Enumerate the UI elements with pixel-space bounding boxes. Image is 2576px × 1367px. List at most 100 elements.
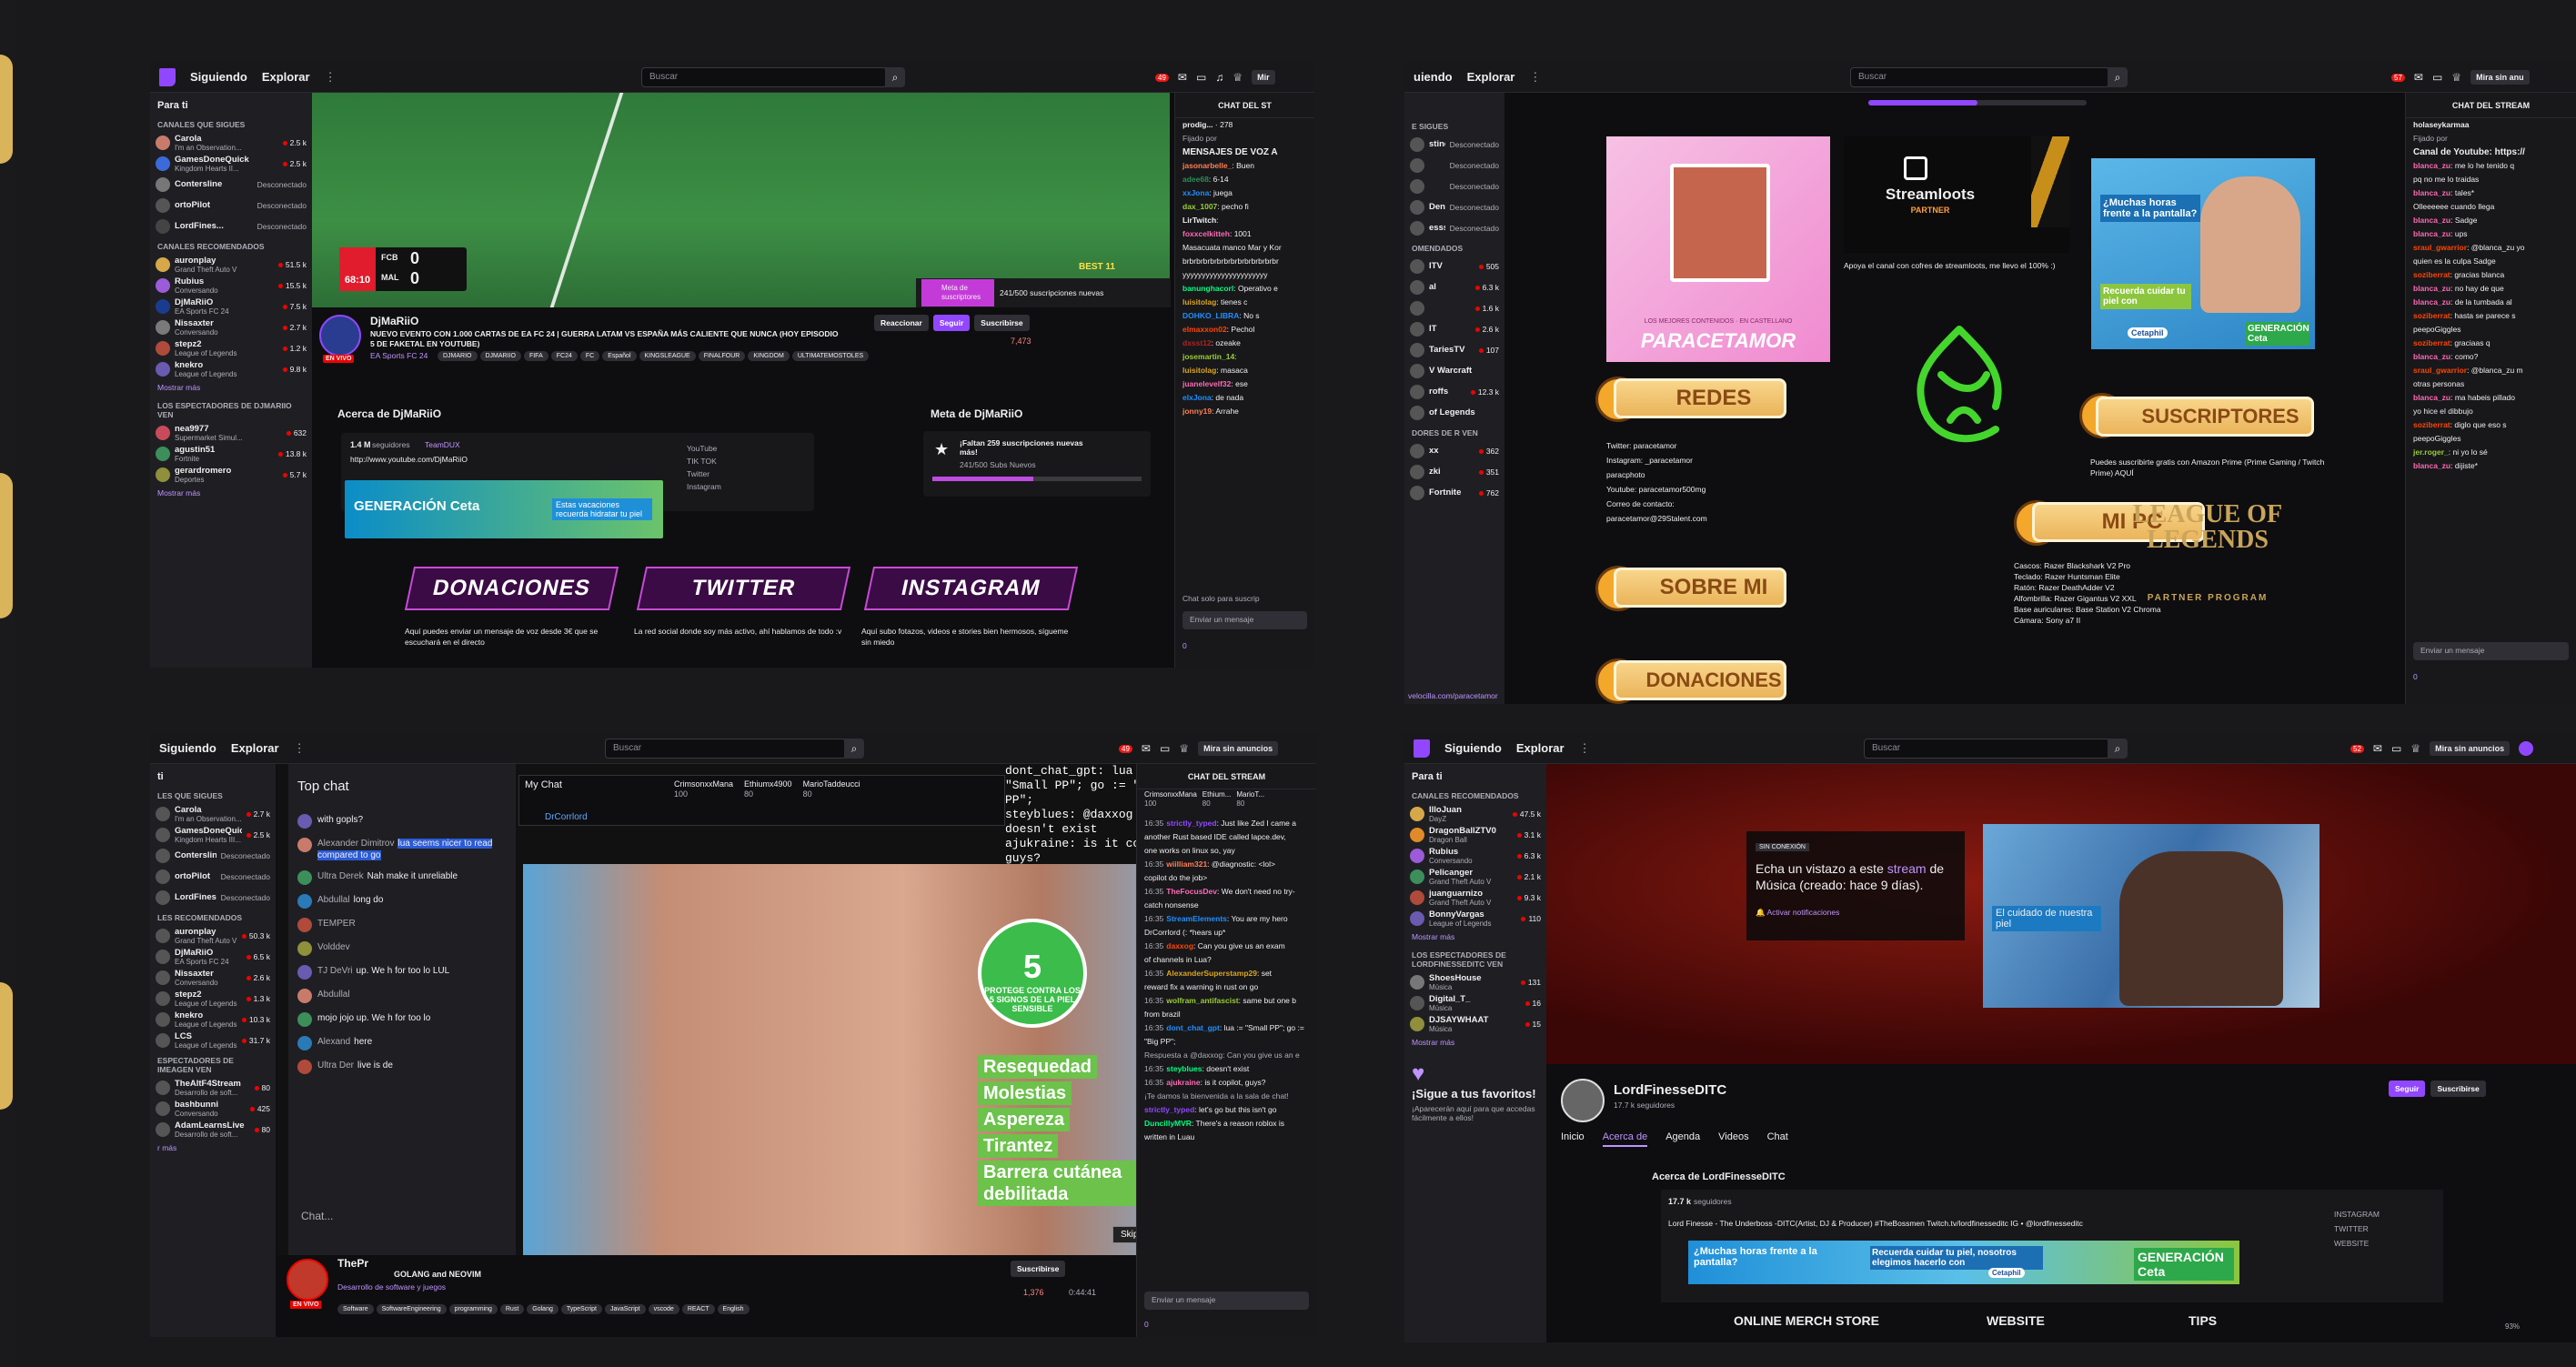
nav-following[interactable]: Siguiendo bbox=[190, 70, 247, 84]
offline-clip-video[interactable]: El cuidado de nuestra piel bbox=[1983, 824, 2319, 1008]
sidebar-channel[interactable]: DjMaRiiO EA Sports FC 24 6.5 k bbox=[150, 946, 276, 967]
whisper-icon[interactable]: ▭ bbox=[2432, 71, 2442, 84]
sidebar-channel[interactable]: V Warcraft bbox=[1404, 360, 1504, 381]
chat-username[interactable]: soziberrat bbox=[2413, 311, 2450, 320]
profile-panel[interactable]: LOS MEJORES CONTENIDOS · EN CASTELLANO P… bbox=[1606, 136, 1830, 362]
sidebar-channel[interactable]: al 6.3 k bbox=[1404, 276, 1504, 297]
search-icon[interactable]: ⌕ bbox=[2108, 67, 2128, 87]
stream-tag[interactable]: FIFA bbox=[523, 351, 548, 361]
cetaphil-ad[interactable]: ¿Muchas horas frente a la pantalla? Recu… bbox=[2091, 158, 2315, 349]
top-chat-input[interactable]: Chat... bbox=[301, 1210, 333, 1222]
channel-name[interactable]: ThePr bbox=[337, 1257, 368, 1270]
sidebar-channel[interactable]: LordFines... Desconectado bbox=[150, 216, 312, 236]
chat-username[interactable]: josemartin_14 bbox=[1182, 352, 1234, 361]
prime-button[interactable]: Mira sin anuncios bbox=[2430, 741, 2511, 756]
crown-icon[interactable]: ♕ bbox=[2451, 71, 2461, 84]
panel-merch[interactable]: ONLINE MERCH STORE bbox=[1734, 1313, 1879, 1328]
donaciones-panel[interactable]: DONACIONES bbox=[1614, 660, 1786, 700]
inbox-icon[interactable]: ✉ bbox=[1178, 71, 1187, 84]
video-player[interactable]: Top chat with gopls? Alexander Dimitrov lu… bbox=[277, 764, 1214, 1255]
chat-username[interactable]: foxxcelkitteh bbox=[1182, 229, 1230, 238]
chat-username[interactable]: AlexanderSuperstamp29 bbox=[1166, 969, 1257, 978]
subscribe-button[interactable]: Suscribirse bbox=[1011, 1261, 1066, 1277]
sidebar-channel[interactable]: stine Desconectado bbox=[1404, 134, 1504, 155]
chat-username[interactable]: luisitolag bbox=[1182, 297, 1216, 307]
sidebar-channel[interactable]: Nissaxter Conversando 2.6 k bbox=[150, 967, 276, 988]
sidebar-channel[interactable]: bashbunni Conversando 425 bbox=[150, 1098, 276, 1119]
sidebar-channel[interactable]: Nissaxter Conversando 2.7 k bbox=[150, 317, 312, 337]
sidebar-channel[interactable]: Rubius Conversando 6.3 k bbox=[1404, 845, 1546, 866]
chat-username[interactable]: blanca_zu bbox=[2413, 284, 2450, 293]
stream-tag[interactable]: DJMARIO bbox=[438, 351, 478, 361]
stream-tag[interactable]: ULTIMATEMOSTOLES bbox=[791, 351, 870, 361]
sidebar-channel[interactable]: ITV 505 bbox=[1404, 256, 1504, 276]
social-link[interactable]: TWITTER bbox=[2334, 1224, 2380, 1233]
chat-username[interactable]: blanca_zu bbox=[2413, 229, 2450, 238]
notify-button[interactable]: 🔔 Activar notificaciones bbox=[1756, 908, 1956, 918]
top-chat-user[interactable]: Ultra Derek bbox=[317, 871, 364, 881]
sidebar-channel[interactable]: Carola I'm an Observation... 2.7 k bbox=[150, 803, 276, 824]
follow-button[interactable]: Seguir bbox=[2389, 1081, 2426, 1097]
sidebar-channel[interactable]: ortoPilot Desconectado bbox=[150, 866, 276, 887]
show-more-link[interactable]: Mostrar más bbox=[1404, 929, 1546, 945]
chat-username[interactable]: dax_1007 bbox=[1182, 202, 1217, 211]
chat-username[interactable]: wiilliam321 bbox=[1166, 859, 1207, 869]
react-button[interactable]: Reaccionar bbox=[874, 315, 929, 331]
stream-tag[interactable]: FC bbox=[579, 351, 600, 361]
sidebar-channel[interactable]: GamesDoneQuickKingdom Hearts III... 2.5 k bbox=[150, 824, 276, 845]
stream-tag[interactable]: KINGSLEAGUE bbox=[639, 351, 696, 361]
inbox-icon[interactable]: ✉ bbox=[1142, 742, 1151, 755]
top-chat-title[interactable]: Top chat bbox=[297, 779, 349, 794]
channel-name[interactable]: LordFinesseDITC bbox=[1614, 1082, 1726, 1098]
whisper-icon[interactable]: ▭ bbox=[1160, 742, 1170, 755]
chat-username[interactable]: sraul_gwarrior bbox=[2413, 243, 2467, 252]
sidebar-channel[interactable]: DjMaRiiO EA Sports FC 24 7.5 k bbox=[150, 296, 312, 317]
chat-username[interactable]: soziberrat bbox=[2413, 270, 2450, 279]
crown-icon[interactable]: ♕ bbox=[1179, 742, 1189, 755]
top-chat-user[interactable]: TEMPER bbox=[317, 919, 356, 929]
stream-tag[interactable]: Golang bbox=[527, 1304, 558, 1314]
chat-input[interactable]: Enviar un mensaje bbox=[2413, 642, 2569, 660]
crown-icon[interactable]: ♕ bbox=[2410, 742, 2420, 755]
nav-explore[interactable]: Explorar bbox=[1467, 70, 1515, 84]
search-icon[interactable]: ⌕ bbox=[844, 739, 864, 759]
chat-username[interactable]: blanca_zu bbox=[2413, 188, 2450, 197]
search-input[interactable]: Buscar bbox=[605, 739, 846, 759]
more-icon[interactable]: ⋮ bbox=[294, 741, 306, 756]
sidebar-channel[interactable]: IlloJuan DayZ 47.5 k bbox=[1404, 803, 1546, 824]
social-link[interactable]: TIK TOK bbox=[687, 457, 721, 466]
more-icon[interactable]: ⋮ bbox=[1529, 70, 1541, 85]
sidebar-channel[interactable]: Den... Desconectado bbox=[1404, 196, 1504, 217]
sidebar-channel[interactable]: agustin51 Fortnite 13.8 k bbox=[150, 443, 312, 464]
lol-title[interactable]: LEAGUE OF LEGENDS bbox=[2094, 502, 2321, 553]
sidebar-channel[interactable]: GamesDoneQuick Kingdom Hearts II... 2.5 k bbox=[150, 153, 312, 174]
search-icon[interactable]: ⌕ bbox=[885, 67, 905, 87]
sidebar-channel[interactable]: Digital_T_ Música 16 bbox=[1404, 992, 1546, 1013]
stream-tag[interactable]: FC24 bbox=[550, 351, 578, 361]
nav-following[interactable]: Siguiendo bbox=[1444, 741, 1502, 755]
sidebar-channel[interactable]: Contersline Desconectado bbox=[150, 174, 312, 195]
stream-game[interactable]: Desarrollo de software y juegos bbox=[337, 1282, 446, 1292]
sidebar-channel[interactable]: Carola I'm an Observation... 2.5 k bbox=[150, 132, 312, 153]
channel-avatar[interactable] bbox=[287, 1259, 328, 1301]
sidebar-channel[interactable]: AdamLearnsLive Desarrollo de soft... 80 bbox=[150, 1119, 276, 1140]
top-chat-user[interactable]: Ultra Der bbox=[317, 1060, 354, 1070]
stream-tag[interactable]: FINALFOUR bbox=[698, 351, 746, 361]
sidebar-channel[interactable]: Pelicanger Grand Theft Auto V 2.1 k bbox=[1404, 866, 1546, 887]
chat-username[interactable]: daxxog bbox=[1166, 941, 1193, 950]
sidebar-channel[interactable]: IT 2.6 k bbox=[1404, 318, 1504, 339]
stream-tag[interactable]: Rust bbox=[499, 1304, 525, 1314]
channel-tab[interactable]: Inicio bbox=[1561, 1131, 1585, 1147]
sidebar-channel[interactable]: Desconectado bbox=[1404, 176, 1504, 196]
sidebar-channel[interactable]: LCS League of Legends 31.7 k bbox=[150, 1030, 276, 1050]
zoom-level[interactable]: 93% bbox=[2505, 1322, 2520, 1331]
stream-tag[interactable]: SoftwareEngineering bbox=[376, 1304, 447, 1314]
stream-tag[interactable]: KINGDOM bbox=[748, 351, 790, 361]
prime-button[interactable]: Mira sin anuncios bbox=[1198, 741, 1279, 756]
sidebar-channel[interactable]: gerardromero Deportes 5.7 k bbox=[150, 464, 312, 485]
panel-website[interactable]: WEBSITE bbox=[1987, 1313, 2045, 1328]
stream-tag[interactable]: DJMARIIO bbox=[479, 351, 521, 361]
chat-input[interactable]: Enviar un mensaje bbox=[1182, 611, 1307, 629]
sidebar-channel[interactable]: auronplay Grand Theft Auto V 51.5 k bbox=[150, 254, 312, 275]
top-chat-user[interactable]: Abdullal bbox=[317, 895, 350, 905]
